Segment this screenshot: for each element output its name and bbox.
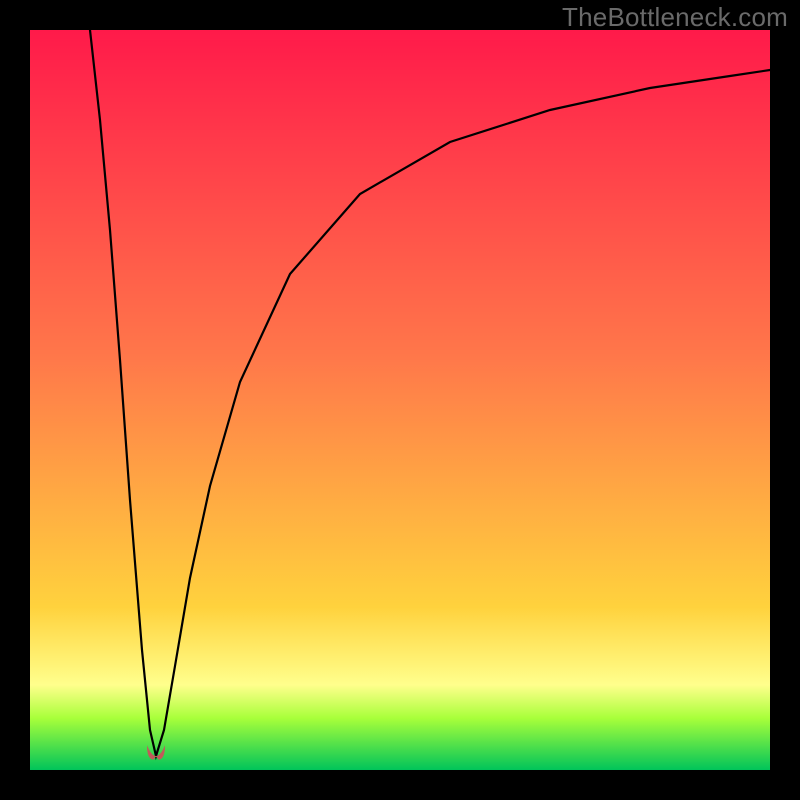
watermark-text: TheBottleneck.com	[562, 2, 788, 33]
gradient-background	[30, 30, 770, 770]
chart-svg	[30, 30, 770, 770]
plot-area	[30, 30, 770, 770]
chart-frame: TheBottleneck.com	[0, 0, 800, 800]
